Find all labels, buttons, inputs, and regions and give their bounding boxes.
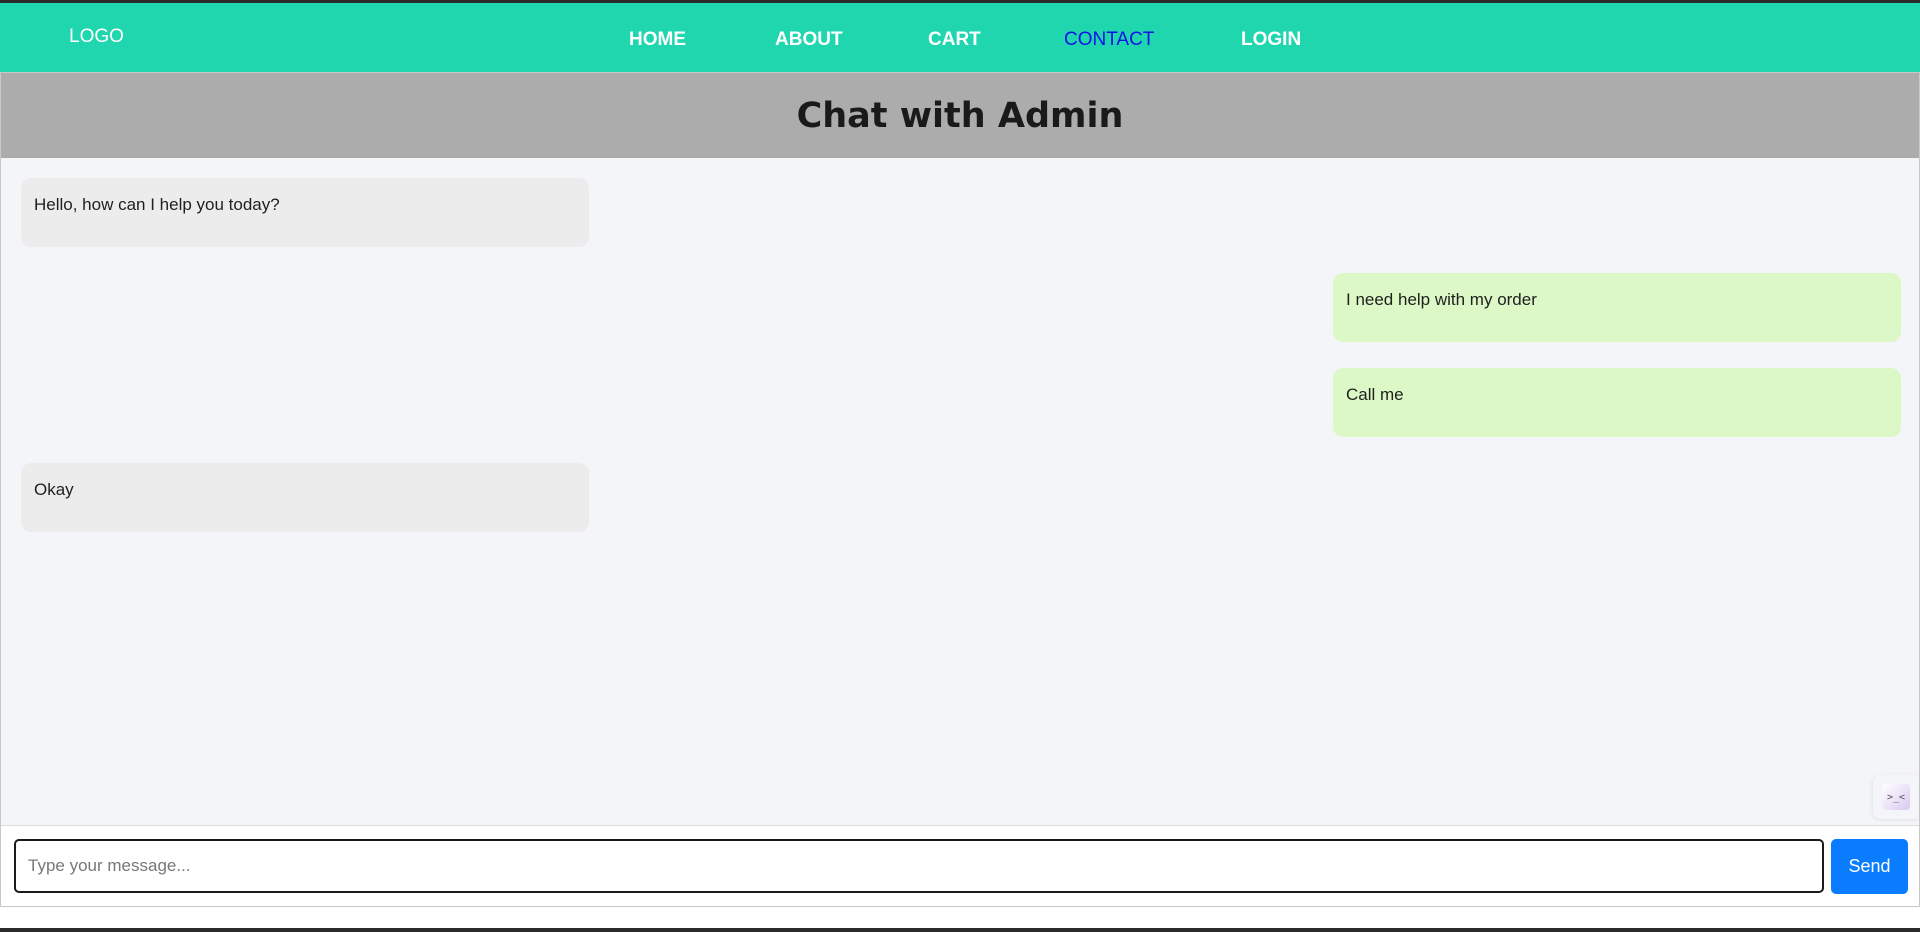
nav-link-contact[interactable]: CONTACT (1064, 29, 1154, 51)
nav-link-home[interactable]: HOME (629, 29, 686, 51)
message-list[interactable]: Hello, how can I help you today? I need … (1, 158, 1919, 898)
floating-assistant-icon: >_< (1882, 784, 1910, 810)
navbar: LOGO HOME ABOUT CART CONTACT LOGIN (0, 3, 1920, 72)
admin-message: Hello, how can I help you today? (21, 178, 589, 247)
user-message: Call me (1333, 368, 1901, 437)
nav-links: HOME ABOUT CART CONTACT LOGIN (0, 3, 1920, 72)
admin-message: Okay (21, 463, 589, 532)
nav-link-login[interactable]: LOGIN (1241, 29, 1301, 51)
chat-title: Chat with Admin (796, 95, 1124, 136)
user-message: I need help with my order (1333, 273, 1901, 342)
message-input[interactable] (14, 839, 1824, 893)
message-composer: Send (1, 825, 1919, 906)
chat-header: Chat with Admin (1, 73, 1919, 158)
floating-assistant-button[interactable]: >_< (1873, 775, 1919, 819)
nav-link-about[interactable]: ABOUT (775, 29, 843, 51)
chat-panel: Chat with Admin Hello, how can I help yo… (0, 72, 1920, 907)
send-button[interactable]: Send (1831, 839, 1908, 894)
nav-link-cart[interactable]: CART (928, 29, 981, 51)
window-bottom-border (0, 928, 1920, 932)
